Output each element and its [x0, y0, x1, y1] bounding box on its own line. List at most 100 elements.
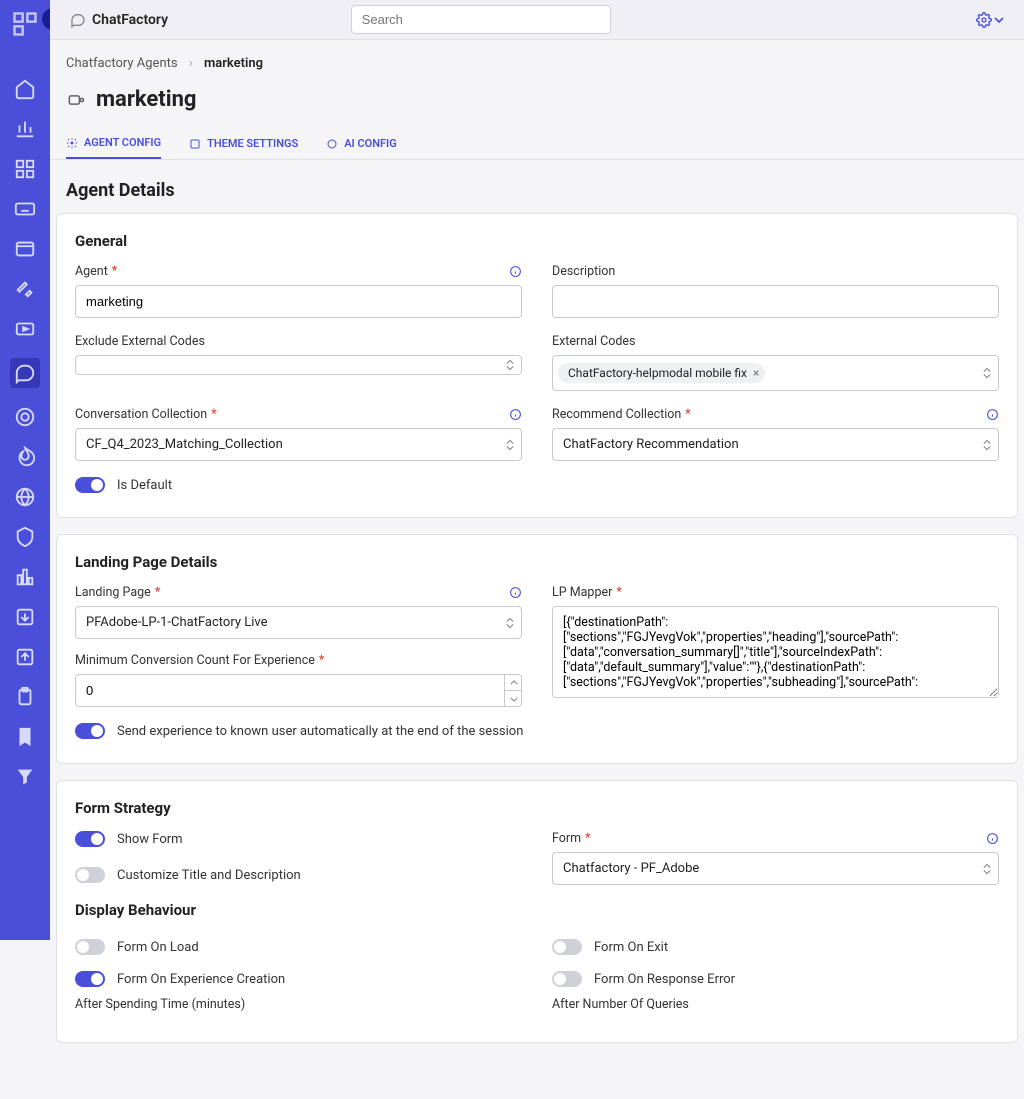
- tab-ai-config[interactable]: AI CONFIG: [326, 128, 397, 159]
- sidebar: [0, 0, 50, 940]
- sidebar-item-tools[interactable]: [14, 278, 36, 300]
- breadcrumb-item[interactable]: Chatfactory Agents: [66, 56, 178, 71]
- app-logo-icon: [11, 10, 39, 38]
- field-label: After Number Of Queries: [552, 997, 689, 1012]
- palette-icon: [189, 138, 201, 150]
- required-indicator: *: [211, 407, 216, 422]
- tab-label: AI CONFIG: [344, 137, 397, 150]
- sidebar-item-import[interactable]: [14, 646, 36, 668]
- form-on-response-error-toggle[interactable]: [552, 971, 582, 987]
- sidebar-item-media[interactable]: [14, 318, 36, 340]
- agent-name-input[interactable]: [75, 285, 522, 318]
- field-label: Landing Page: [75, 585, 151, 600]
- page-title-text: marketing: [96, 87, 196, 112]
- sidebar-item-reports[interactable]: [14, 566, 36, 588]
- sidebar-item-home[interactable]: [14, 78, 36, 100]
- settings-menu[interactable]: [976, 12, 1004, 28]
- toggle-label: Is Default: [117, 478, 172, 493]
- field-label: Recommend Collection: [552, 407, 681, 422]
- field-label: Minimum Conversion Count For Experience: [75, 653, 315, 668]
- sidebar-item-analytics[interactable]: [14, 118, 36, 140]
- toggle-label: Customize Title and Description: [117, 868, 301, 883]
- tab-agent-config[interactable]: AGENT CONFIG: [66, 128, 161, 159]
- tab-theme-settings[interactable]: THEME SETTINGS: [189, 128, 298, 159]
- sidebar-item-filter[interactable]: [14, 766, 36, 788]
- search-input[interactable]: [351, 5, 611, 34]
- field-label: LP Mapper: [552, 585, 612, 600]
- info-icon[interactable]: [509, 586, 522, 599]
- number-spinner[interactable]: [504, 674, 522, 707]
- is-default-toggle[interactable]: [75, 477, 105, 493]
- sidebar-item-grid[interactable]: [14, 158, 36, 180]
- spinner-down-icon[interactable]: [505, 691, 522, 707]
- sidebar-item-globe[interactable]: [14, 486, 36, 508]
- field-label: Conversation Collection: [75, 407, 207, 422]
- external-codes-select[interactable]: ChatFactory-helpmodal mobile fix ×: [552, 355, 999, 391]
- sidebar-item-flame[interactable]: [14, 446, 36, 468]
- sidebar-item-bookmark[interactable]: [14, 726, 36, 748]
- display-behaviour-heading: Display Behaviour: [75, 901, 999, 919]
- exclude-external-codes-select[interactable]: [75, 355, 522, 375]
- sidebar-item-clipboard[interactable]: [14, 686, 36, 708]
- show-form-toggle[interactable]: [75, 831, 105, 847]
- sidebar-item-export[interactable]: [14, 606, 36, 628]
- form-on-exit-toggle[interactable]: [552, 939, 582, 955]
- general-card: General Agent * Description Exclude Exte…: [56, 213, 1018, 518]
- form-select[interactable]: Chatfactory - PF_Adobe: [552, 852, 999, 885]
- recommend-collection-select[interactable]: ChatFactory Recommendation: [552, 428, 999, 461]
- tabs: AGENT CONFIG THEME SETTINGS AI CONFIG: [50, 128, 1024, 160]
- landing-page-card: Landing Page Details Landing Page * PFAd…: [56, 534, 1018, 764]
- sidebar-item-shield[interactable]: [14, 526, 36, 548]
- toggle-label: Show Form: [117, 832, 183, 847]
- info-icon[interactable]: [986, 832, 999, 845]
- topbar: ChatFactory: [50, 0, 1024, 40]
- toggle-label: Form On Response Error: [594, 972, 735, 987]
- field-label: After Spending Time (minutes): [75, 997, 245, 1012]
- agent-icon: [66, 90, 86, 110]
- required-indicator: *: [112, 264, 117, 279]
- required-indicator: *: [585, 831, 590, 846]
- landing-page-select[interactable]: PFAdobe-LP-1-ChatFactory Live: [75, 606, 522, 639]
- toggle-label: Form On Exit: [594, 940, 668, 955]
- required-indicator: *: [616, 585, 621, 600]
- sidebar-item-keyboard[interactable]: [14, 198, 36, 220]
- info-icon[interactable]: [509, 408, 522, 421]
- main: Chatfactory Agents › marketing marketing…: [50, 40, 1024, 1099]
- field-label: External Codes: [552, 334, 636, 349]
- chevron-right-icon: ›: [189, 56, 193, 71]
- tag-remove-icon[interactable]: ×: [753, 366, 759, 380]
- sparkle-icon: [326, 138, 338, 150]
- min-conversion-input[interactable]: [75, 674, 522, 707]
- form-on-experience-toggle[interactable]: [75, 971, 105, 987]
- card-title: General: [75, 232, 999, 250]
- tag-label: ChatFactory-helpmodal mobile fix: [568, 366, 747, 380]
- send-experience-toggle[interactable]: [75, 723, 105, 739]
- breadcrumb-current: marketing: [204, 56, 263, 71]
- gear-icon: [66, 137, 78, 149]
- form-strategy-card: Form Strategy Show Form Customize Title …: [56, 780, 1018, 1043]
- info-icon[interactable]: [509, 265, 522, 278]
- tag: ChatFactory-helpmodal mobile fix ×: [558, 363, 765, 383]
- toggle-label: Form On Experience Creation: [117, 972, 285, 987]
- info-icon[interactable]: [986, 408, 999, 421]
- conversation-collection-select[interactable]: CF_Q4_2023_Matching_Collection: [75, 428, 522, 461]
- card-title: Landing Page Details: [75, 553, 999, 571]
- breadcrumb: Chatfactory Agents › marketing: [50, 56, 1024, 87]
- sidebar-item-target[interactable]: [14, 406, 36, 428]
- toggle-label: Send experience to known user automatica…: [117, 724, 523, 739]
- section-title: Agent Details: [50, 160, 1024, 213]
- description-input[interactable]: [552, 285, 999, 318]
- brand-label: ChatFactory: [92, 12, 168, 28]
- required-indicator: *: [685, 407, 690, 422]
- field-label: Exclude External Codes: [75, 334, 205, 349]
- required-indicator: *: [319, 653, 324, 668]
- sidebar-item-card[interactable]: [14, 238, 36, 260]
- sidebar-item-chat[interactable]: [10, 358, 40, 388]
- required-indicator: *: [155, 585, 160, 600]
- customize-title-toggle[interactable]: [75, 867, 105, 883]
- lp-mapper-textarea[interactable]: [552, 606, 999, 698]
- spinner-up-icon[interactable]: [505, 674, 522, 691]
- form-on-load-toggle[interactable]: [75, 939, 105, 955]
- field-label: Agent: [75, 264, 108, 279]
- toggle-label: Form On Load: [117, 940, 199, 955]
